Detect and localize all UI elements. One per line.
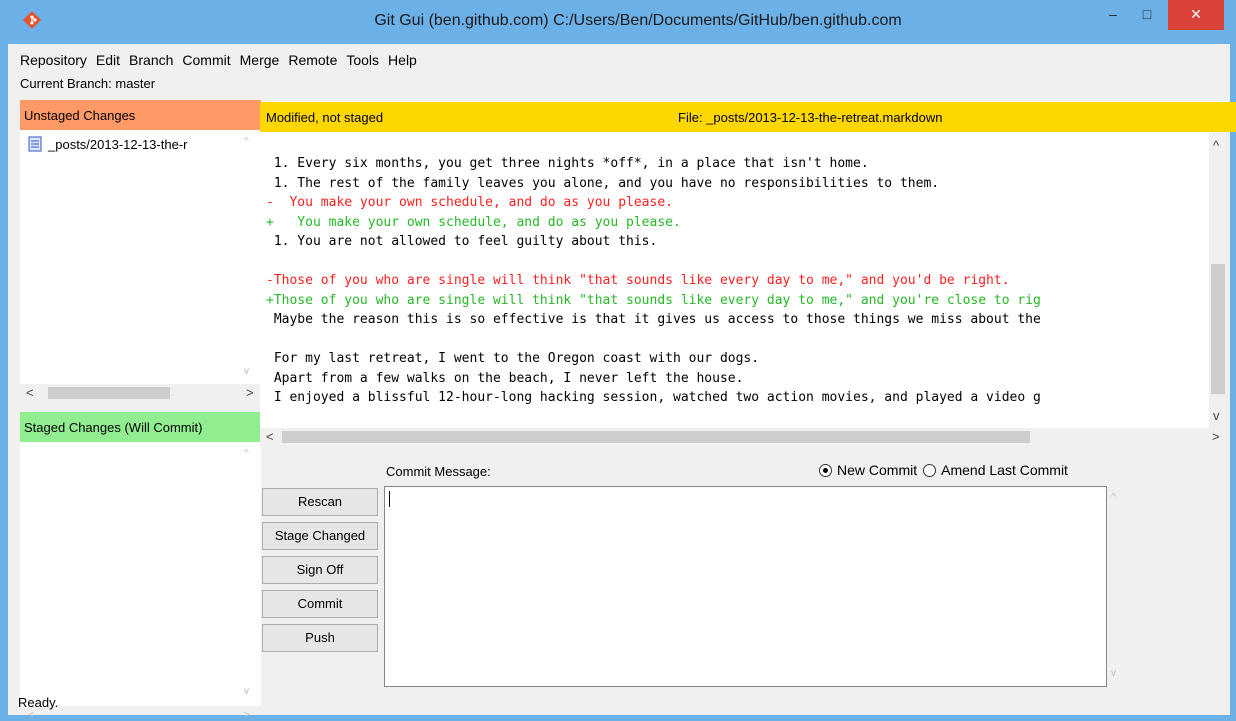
- staged-file-list[interactable]: ^ v < >: [20, 442, 261, 721]
- new-commit-label[interactable]: New Commit: [837, 462, 917, 478]
- menu-remote[interactable]: Remote: [284, 46, 341, 68]
- scroll-down-arrow-icon[interactable]: v: [244, 686, 249, 697]
- diff-vertical-scrollbar[interactable]: ^ v: [1209, 132, 1227, 428]
- scroll-up-arrow-icon[interactable]: ^: [244, 136, 249, 147]
- scroll-right-arrow-icon[interactable]: >: [244, 710, 250, 721]
- diff-header: Modified, not staged File: _posts/2013-1…: [260, 102, 1236, 132]
- scroll-left-arrow-icon[interactable]: <: [26, 385, 34, 400]
- client-area: Repository Edit Branch Commit Merge Remote Too…: [8, 44, 1236, 721]
- scroll-left-arrow-icon[interactable]: <: [266, 429, 274, 444]
- diff-view[interactable]: 1. Every six months, you get three night…: [260, 132, 1209, 428]
- close-button[interactable]: ✕: [1168, 0, 1224, 30]
- scrollbar-thumb[interactable]: [282, 431, 1030, 443]
- scroll-left-arrow-icon[interactable]: <: [28, 710, 34, 721]
- diff-line-ctx: I enjoyed a blissful 12-hour-long hackin…: [266, 390, 1041, 405]
- scroll-right-arrow-icon[interactable]: >: [1212, 429, 1220, 444]
- diff-line-ctx: Apart from a few walks on the beach, I n…: [266, 370, 744, 386]
- scroll-up-arrow-icon[interactable]: ^: [1111, 492, 1116, 503]
- diff-line-ctx: 1. You are not allowed to feel guilty ab…: [266, 234, 658, 249]
- rescan-button[interactable]: Rescan: [262, 488, 378, 516]
- scroll-up-arrow-icon[interactable]: ^: [1213, 138, 1219, 153]
- scroll-down-arrow-icon[interactable]: v: [1111, 668, 1116, 679]
- staged-changes-header: Staged Changes (Will Commit): [20, 412, 261, 442]
- window-title: Git Gui (ben.github.com) C:/Users/Ben/Do…: [374, 12, 902, 29]
- menu-help[interactable]: Help: [384, 46, 421, 68]
- push-button[interactable]: Push: [262, 624, 378, 652]
- diff-file-label: File: _posts/2013-12-13-the-retreat.mark…: [678, 110, 943, 125]
- diff-line-ctx: [266, 330, 1041, 350]
- menu-edit[interactable]: Edit: [92, 46, 124, 68]
- diff-line-del: - You make your own schedule, and do as …: [266, 195, 673, 210]
- diff-line-ctx: [266, 252, 1041, 272]
- commit-message-input[interactable]: [384, 486, 1107, 687]
- scroll-right-arrow-icon[interactable]: >: [246, 385, 254, 400]
- sign-off-button[interactable]: Sign Off: [262, 556, 378, 584]
- diff-line-del: -Those of you who are single will think …: [266, 273, 1010, 288]
- scroll-down-arrow-icon[interactable]: v: [1213, 408, 1220, 423]
- unstaged-horizontal-scrollbar[interactable]: < >: [20, 384, 261, 402]
- maximize-button[interactable]: □: [1130, 0, 1164, 30]
- diff-line-add: + You make your own schedule, and do as …: [266, 214, 681, 230]
- commit-message-label: Commit Message:: [386, 464, 491, 479]
- menu-merge[interactable]: Merge: [236, 46, 284, 68]
- diff-line-ctx: For my last retreat, I went to the Orego…: [266, 351, 760, 366]
- scrollbar-thumb[interactable]: [48, 387, 170, 399]
- diff-line-add: +Those of you who are single will think …: [266, 292, 1041, 308]
- scroll-up-arrow-icon[interactable]: ^: [244, 448, 249, 459]
- amend-commit-radio[interactable]: [923, 463, 937, 477]
- new-commit-radio[interactable]: [819, 463, 832, 477]
- commit-button[interactable]: Commit: [262, 590, 378, 618]
- diff-horizontal-scrollbar[interactable]: < >: [260, 428, 1227, 446]
- unstaged-file-list[interactable]: _posts/2013-12-13-the-r ^ v: [20, 130, 261, 384]
- menu-branch[interactable]: Branch: [125, 46, 177, 68]
- unstaged-file-name: _posts/2013-12-13-the-r: [48, 136, 188, 152]
- menu-repository[interactable]: Repository: [8, 46, 91, 68]
- diff-line-ctx: Maybe the reason this is so effective is…: [266, 312, 1041, 327]
- diff-line-ctx: 1. Every six months, you get three night…: [266, 156, 869, 171]
- status-bar: Ready.: [18, 695, 59, 710]
- unstaged-file-item[interactable]: _posts/2013-12-13-the-r: [28, 136, 187, 152]
- diff-line-ctx: 1. The rest of the family leaves you alo…: [266, 175, 940, 191]
- menu-tools[interactable]: Tools: [342, 46, 383, 68]
- commit-vertical-scrollbar[interactable]: ^ v: [1107, 486, 1125, 687]
- text-caret: [389, 491, 390, 507]
- scrollbar-thumb[interactable]: [1211, 264, 1225, 394]
- commit-mode-group: New Commit Amend Last Commit: [819, 462, 1074, 478]
- minimize-button[interactable]: –: [1096, 0, 1130, 30]
- amend-commit-label[interactable]: Amend Last Commit: [941, 462, 1068, 478]
- menu-bar: Repository Edit Branch Commit Merge Remote Too…: [8, 46, 1230, 74]
- git-gui-window: Git Gui (ben.github.com) C:/Users/Ben/Do…: [0, 0, 1236, 721]
- menu-commit[interactable]: Commit: [178, 46, 234, 68]
- current-branch-label: Current Branch: master: [20, 76, 156, 91]
- diff-status-label: Modified, not staged: [266, 110, 384, 125]
- diff-lines: 1. Every six months, you get three night…: [266, 154, 1041, 408]
- unstaged-changes-header: Unstaged Changes: [20, 100, 261, 130]
- stage-changed-button[interactable]: Stage Changed: [262, 522, 378, 550]
- scroll-down-arrow-icon[interactable]: v: [244, 366, 249, 377]
- title-bar[interactable]: Git Gui (ben.github.com) C:/Users/Ben/Do…: [0, 0, 1236, 44]
- file-icon: [28, 136, 42, 152]
